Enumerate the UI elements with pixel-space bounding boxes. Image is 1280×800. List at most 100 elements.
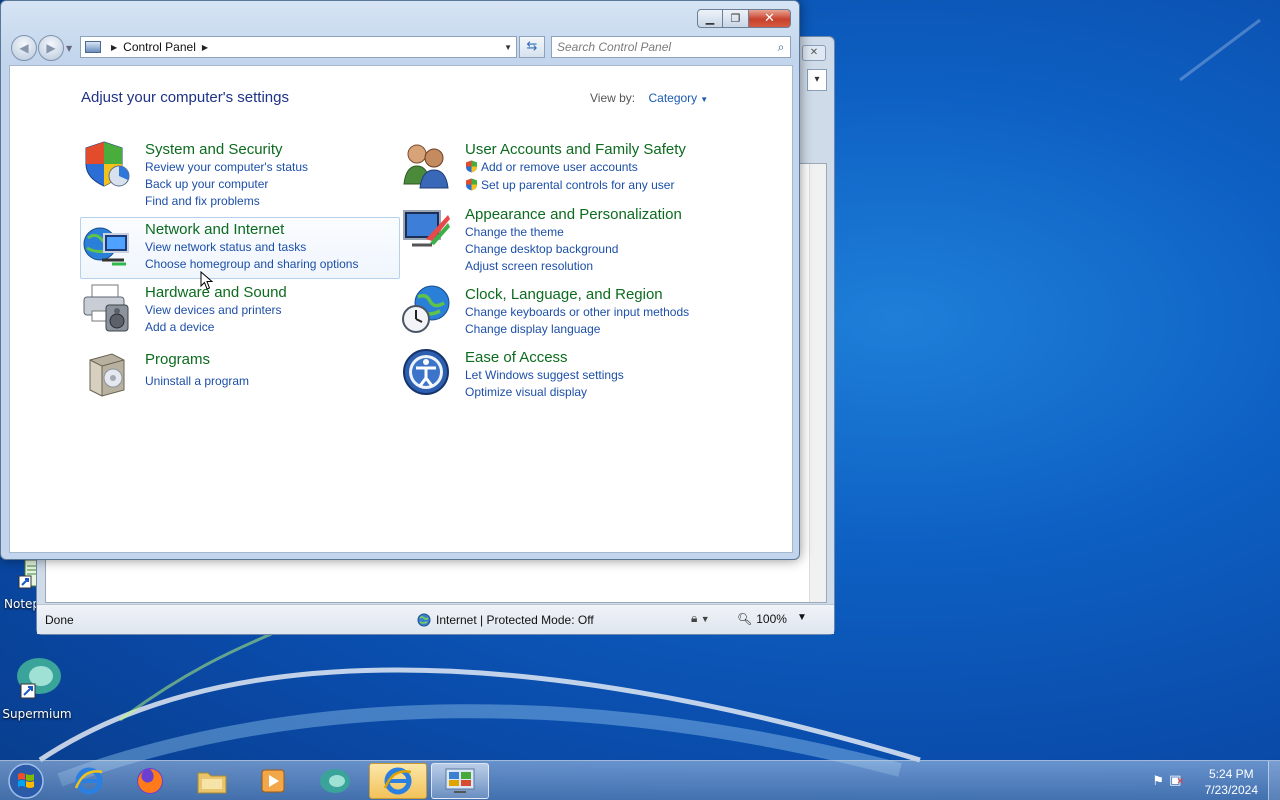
taskbar-supermium[interactable] xyxy=(306,763,364,799)
folder-icon xyxy=(197,772,227,794)
internet-explorer-icon xyxy=(383,767,412,795)
category-heading[interactable]: Network and Internet xyxy=(145,220,358,239)
page-title: Adjust your computer's settings xyxy=(81,89,289,106)
link-parental-controls[interactable]: Set up parental controls for any user xyxy=(465,177,686,194)
forward-button[interactable]: ▶ xyxy=(38,35,64,61)
show-desktop-button[interactable] xyxy=(1268,761,1280,800)
zoom-level-button[interactable]: 🔍︎ 100% xyxy=(737,612,787,626)
category-text: Programs Uninstall a program xyxy=(145,350,249,390)
breadcrumb-control-panel[interactable]: Control Panel xyxy=(123,40,196,54)
minimize-button[interactable]: ▁ xyxy=(697,9,723,28)
mouse-cursor-icon xyxy=(200,271,214,290)
taskbar-file-explorer[interactable] xyxy=(183,763,241,799)
recent-pages-dropdown[interactable]: ▼ xyxy=(66,44,72,53)
desktop-icon-supermium[interactable]: Supermium xyxy=(1,654,73,721)
category-heading[interactable]: User Accounts and Family Safety xyxy=(465,140,686,159)
control-panel-icon xyxy=(85,41,101,53)
close-icon: ✕ xyxy=(764,11,775,26)
zoom-dropdown-icon[interactable]: ▼ xyxy=(797,612,807,623)
link-windows-suggest[interactable]: Let Windows suggest settings xyxy=(465,367,624,384)
window-caption-buttons: ▁ ❐ ✕ xyxy=(697,9,791,28)
control-panel-window[interactable]: ▁ ❐ ✕ ◀ ▶ ▼ ▶ Control Panel ▶ ▼ ⇆ ⌕ Adju… xyxy=(0,0,800,560)
back-button[interactable]: ◀ xyxy=(11,35,37,61)
category-heading[interactable]: Ease of Access xyxy=(465,348,624,367)
category-heading[interactable]: Programs xyxy=(145,350,249,369)
link-screen-resolution[interactable]: Adjust screen resolution xyxy=(465,258,682,275)
refresh-button[interactable]: ⇆ xyxy=(519,36,545,58)
link-add-device[interactable]: Add a device xyxy=(145,319,287,336)
link-add-remove-users[interactable]: Add or remove user accounts xyxy=(465,159,686,176)
address-dropdown-icon[interactable]: ▼ xyxy=(504,43,512,52)
forward-arrow-icon: ▶ xyxy=(46,41,56,55)
printer-speaker-icon xyxy=(83,284,129,332)
search-box[interactable]: ⌕ xyxy=(551,36,791,58)
uac-shield-icon xyxy=(466,160,477,173)
control-panel-content: Adjust your computer's settings View by:… xyxy=(9,65,793,553)
chevron-down-icon[interactable]: ▼ xyxy=(700,95,708,104)
windows-logo-icon xyxy=(8,763,44,799)
category-heading[interactable]: Appearance and Personalization xyxy=(465,205,682,224)
taskbar-control-panel-window[interactable] xyxy=(431,763,489,799)
taskbar: ⚑ ▣✕ 5:24 PM 7/23/2024 xyxy=(0,760,1280,800)
link-homegroup[interactable]: Choose homegroup and sharing options xyxy=(145,256,358,273)
desktop-icon-label: Supermium xyxy=(2,707,72,721)
address-bar[interactable]: ▶ Control Panel ▶ ▼ xyxy=(80,36,517,58)
firefox-icon xyxy=(137,768,163,794)
lock-icon: 🔒︎ xyxy=(691,611,698,625)
search-icon[interactable]: ⌕ xyxy=(772,40,790,55)
globe-icon xyxy=(417,613,431,627)
link-devices-printers[interactable]: View devices and printers xyxy=(145,302,287,319)
link-change-keyboards[interactable]: Change keyboards or other input methods xyxy=(465,304,689,321)
minimize-icon: ▁ xyxy=(705,12,715,25)
link-desktop-background[interactable]: Change desktop background xyxy=(465,241,682,258)
maximize-button[interactable]: ❐ xyxy=(723,9,749,28)
zone-label: Internet | Protected Mode: Off xyxy=(436,613,594,627)
network-globe-icon xyxy=(83,227,129,266)
shield-pie-icon xyxy=(85,141,130,187)
breadcrumb-separator-icon[interactable]: ▶ xyxy=(202,43,208,52)
ease-of-access-icon xyxy=(403,349,449,395)
taskbar-internet-explorer[interactable] xyxy=(60,763,118,799)
chevron-down-icon: ▼ xyxy=(700,614,710,624)
category-heading[interactable]: Clock, Language, and Region xyxy=(465,285,689,304)
back-arrow-icon: ◀ xyxy=(19,41,29,55)
search-input[interactable] xyxy=(552,38,772,56)
taskbar-media-player[interactable] xyxy=(244,763,302,799)
clock-date: 7/23/2024 xyxy=(1204,783,1258,797)
action-center-icon[interactable]: ⚑ xyxy=(1152,774,1164,789)
link-uninstall-program[interactable]: Uninstall a program xyxy=(145,373,249,390)
link-back-up[interactable]: Back up your computer xyxy=(145,176,308,193)
link-find-fix[interactable]: Find and fix problems xyxy=(145,193,308,210)
ie-close-button[interactable]: ✕ xyxy=(802,45,826,61)
network-disconnected-icon[interactable]: ▣✕ xyxy=(1169,773,1184,788)
category-heading[interactable]: System and Security xyxy=(145,140,308,159)
view-by-dropdown[interactable]: Category xyxy=(648,91,697,105)
ie-vertical-scrollbar[interactable] xyxy=(809,164,826,602)
category-text: Clock, Language, and Region Change keybo… xyxy=(465,285,689,338)
taskbar-internet-explorer-window[interactable] xyxy=(369,763,427,799)
status-text: Done xyxy=(45,613,74,627)
ie-dropdown-button[interactable]: ▾ xyxy=(807,69,827,91)
category-text: Appearance and Personalization Change th… xyxy=(465,205,682,275)
link-optimize-visual[interactable]: Optimize visual display xyxy=(465,384,624,401)
breadcrumb-separator-icon[interactable]: ▶ xyxy=(111,43,117,52)
taskbar-firefox[interactable] xyxy=(121,763,179,799)
view-by: View by: Category ▼ xyxy=(590,91,708,105)
link-change-theme[interactable]: Change the theme xyxy=(465,224,682,241)
link-review-status[interactable]: Review your computer's status xyxy=(145,159,308,176)
link-label: Set up parental controls for any user xyxy=(481,178,675,192)
refresh-icon: ⇆ xyxy=(526,39,538,54)
category-text: Network and Internet View network status… xyxy=(145,220,358,273)
category-heading[interactable]: Hardware and Sound xyxy=(145,283,287,302)
media-player-icon xyxy=(261,769,285,793)
start-button[interactable] xyxy=(4,762,48,800)
close-button[interactable]: ✕ xyxy=(749,9,791,28)
supermium-shortcut-icon xyxy=(17,658,61,699)
restore-icon: ❐ xyxy=(730,12,741,25)
link-display-language[interactable]: Change display language xyxy=(465,321,689,338)
category-text: Hardware and Sound View devices and prin… xyxy=(145,283,287,336)
link-network-status[interactable]: View network status and tasks xyxy=(145,239,358,256)
security-status-button[interactable]: 🔒︎ ▼ xyxy=(691,611,710,626)
security-zone[interactable]: Internet | Protected Mode: Off xyxy=(417,613,594,627)
system-clock[interactable]: 5:24 PM 7/23/2024 xyxy=(1205,766,1258,798)
